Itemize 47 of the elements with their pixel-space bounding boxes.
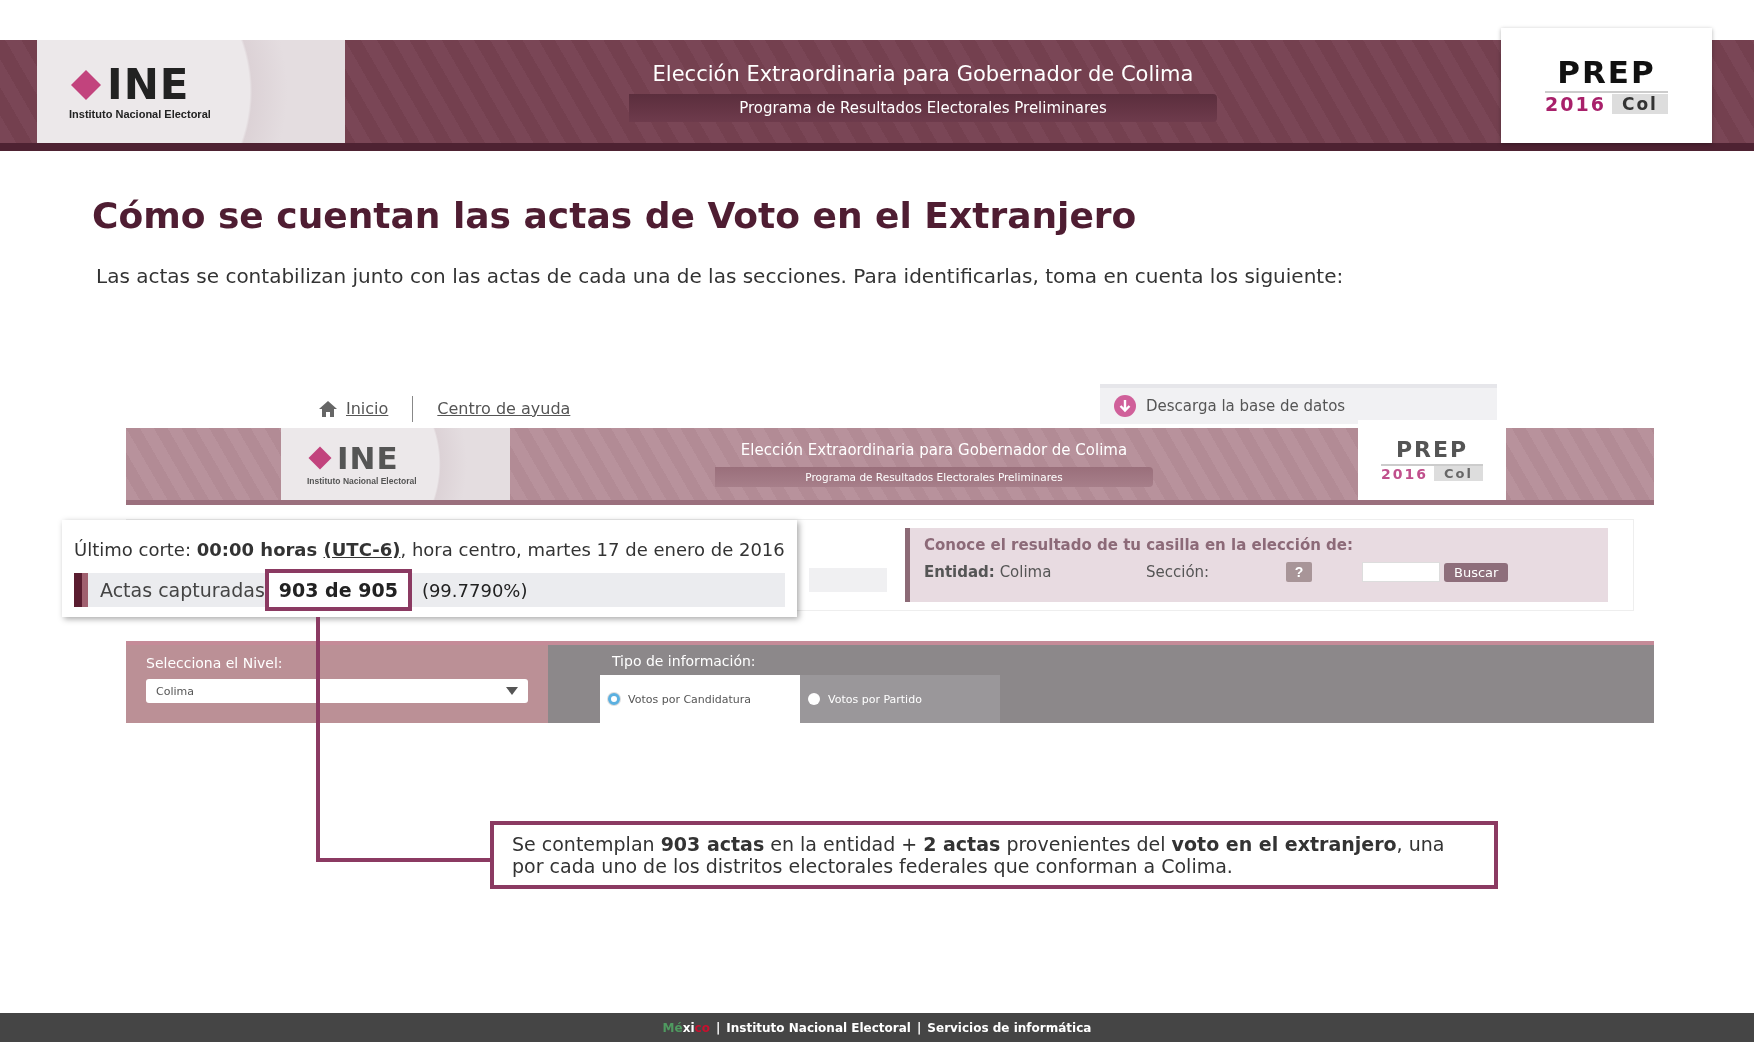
timezone-link[interactable]: (UTC-6) <box>323 539 401 560</box>
header-title: Elección Extraordinaria para Gobernador de Colima <box>652 61 1194 86</box>
home-icon[interactable] <box>318 400 338 418</box>
diamond-icon <box>69 67 103 102</box>
prep-logo-word: PREP <box>1395 438 1469 461</box>
search-button[interactable]: Buscar <box>1444 562 1509 582</box>
logo-text: INE <box>337 442 399 474</box>
prep-logo-word: PREP <box>1557 56 1656 88</box>
country-text: México <box>662 1020 710 1035</box>
entity-text: Entidad: Colima <box>924 563 1053 581</box>
footer-link[interactable]: Instituto Nacional Electoral <box>726 1020 911 1035</box>
logo-caption: Instituto Nacional Electoral <box>69 107 212 120</box>
info-label: Tipo de información: <box>612 653 757 669</box>
header-subtitle: Programa de Resultados Electorales Preliminares <box>629 93 1217 122</box>
download-button[interactable]: Descarga la base de datos <box>1100 384 1497 424</box>
info-option[interactable]: Votos por Candidatura <box>600 675 800 723</box>
prep-logo-year: 2016 <box>1381 465 1428 482</box>
level-label: Selecciona el Nivel: <box>146 655 284 671</box>
radio-icon <box>808 693 820 705</box>
nav-link[interactable]: Centro de ayuda <box>437 399 571 418</box>
header-subtitle: Programa de Resultados Electorales Preliminares <box>715 467 1153 487</box>
diamond-icon <box>307 445 333 471</box>
search-title: Conoce el resultado de tu casilla en la elección de: <box>924 536 1354 554</box>
section-input[interactable] <box>1362 562 1440 582</box>
page-heading: Cómo se cuentan las actas de Voto en el Extranjero <box>92 195 1138 236</box>
intro-text: Las actas se contabilizan junto con las actas de cada una de las secciones. Para identificarlas, toma en cuenta los siguiente: <box>96 264 1345 288</box>
callout-text: Se contemplan 903 actas en la entidad + 2 actas provenientes del voto en el extranjero, una por cada uno de los distritos electorales federales que conforman a Colima. <box>490 821 1498 889</box>
nav-link[interactable]: Inicio <box>346 399 389 418</box>
separator-text: | <box>715 1020 721 1035</box>
level-select[interactable]: Colima <box>146 679 528 703</box>
prep-logo-state: Col <box>1434 466 1483 481</box>
footer-link[interactable]: Servicios de informática <box>927 1020 1092 1035</box>
captured-label: Actas capturadas <box>100 579 265 602</box>
radio-icon <box>608 693 620 705</box>
logo-caption: Instituto Nacional Electoral <box>307 475 418 486</box>
section-label: Sección: <box>1146 563 1211 581</box>
caret-icon <box>506 687 518 695</box>
captured-percent: (99.7790%) <box>421 579 528 601</box>
separator-text: | <box>916 1020 922 1035</box>
prep-logo-state: Col <box>1611 93 1668 114</box>
accent-bar <box>74 573 88 608</box>
captured-count: 903 de 905 <box>264 569 412 612</box>
logo-text: INE <box>107 63 190 106</box>
cutoff-text: Último corte: 00:00 horas (UTC-6), hora centro, martes 17 de enero de 2016 <box>74 538 785 562</box>
download-icon <box>1114 395 1136 417</box>
header-title: Elección Extraordinaria para Gobernador de Colima <box>740 441 1128 459</box>
prep-logo-year: 2016 <box>1545 92 1606 115</box>
